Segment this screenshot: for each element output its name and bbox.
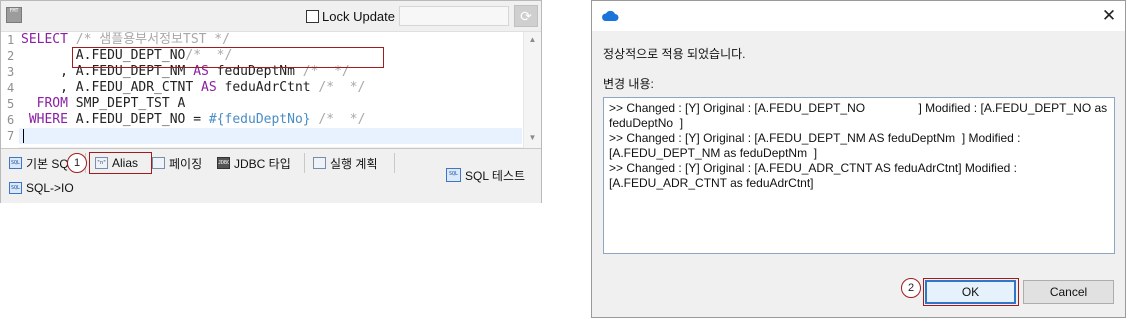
sql-comment: /* */ [310,112,366,127]
toolbar-separator [394,153,395,173]
sql-text: feduAdrCtnt [216,80,319,95]
line-number: 7 [7,129,15,143]
current-line-highlight [19,128,522,144]
sql-code-editor[interactable]: 1 2 3 4 5 6 7 SELECT /* 샘플용부서정보TST */ A.FEDU_D… [1,31,541,148]
sql-keyword: AS [201,80,217,95]
jdbc-type-label: JDBC 타입 [234,156,291,171]
sql-editor-panel: FMT Lock Update ⟳ 1 2 3 4 5 6 7 SELECT /* 샘플용부… [0,0,542,203]
lock-update-checkbox[interactable] [306,9,319,23]
sql-text: A.FEDU_DEPT_NO = [67,112,209,127]
annotation-highlight-dept-no [72,47,384,68]
paging-label: 페이징 [169,156,203,171]
execution-plan-label: 실행 계획 [330,156,378,171]
line-number: 3 [7,65,15,79]
cloud-icon [602,10,619,21]
text-caret [23,129,24,143]
dialog-titlebar: ✕ [592,1,1125,31]
sql-text: , A.FEDU_ADR_CTNT [21,80,202,95]
sql-test-button[interactable]: SQL SQL 테스트 [446,165,525,185]
close-button[interactable]: ✕ [1096,4,1122,28]
sql-keyword: FROM [36,96,68,111]
refresh-icon: ⟳ [520,8,532,24]
line-number: 6 [7,113,15,127]
code-line[interactable]: SELECT /* 샘플용부서정보TST */ [21,32,230,48]
lock-update-label: Lock Update [322,8,395,24]
execution-plan-button[interactable]: 실행 계획 [313,153,378,173]
annotation-highlight-alias [89,152,152,174]
dialog-message: 정상적으로 적용 되었습니다. [603,47,746,61]
sql-to-io-label: SQL->IO [26,181,74,195]
lock-update-field[interactable] [399,6,509,26]
sql-io-icon: SQL [9,182,22,194]
sql-keyword: SELECT [21,32,76,47]
sql-to-io-button[interactable]: SQL SQL->IO [9,178,74,198]
changes-textarea[interactable]: >> Changed : [Y] Original : [A.FEDU_DEPT… [603,97,1115,254]
step-marker-2: 2 [901,278,921,298]
sql-format-icon[interactable]: FMT [6,7,22,23]
execution-plan-icon [313,157,326,169]
jdbc-icon: JDBC [217,157,230,169]
sql-icon: SQL [9,157,22,169]
sql-parameter: #{feduDeptNo} [208,112,311,127]
sql-test-icon: SQL [446,168,461,182]
editor-bottom-toolbar: SQL 기본 SQ "n" Alias 1 페이징 JDBC JDBC 타입 실… [1,148,541,203]
scroll-up-arrow-icon[interactable]: ▲ [524,34,541,46]
jdbc-type-button[interactable]: JDBC JDBC 타입 [217,153,291,173]
line-number-gutter: 1 2 3 4 5 6 7 [1,32,19,148]
cancel-button[interactable]: Cancel [1023,280,1114,304]
code-line[interactable]: , A.FEDU_ADR_CTNT AS feduAdrCtnt /* */ [21,80,365,96]
changes-text: >> Changed : [Y] Original : [A.FEDU_DEPT… [609,101,1108,190]
editor-toolbar: FMT Lock Update ⟳ [1,1,541,31]
vertical-scrollbar[interactable]: ▲ ▼ [523,32,541,148]
line-number: 4 [7,81,15,95]
basic-sql-button[interactable]: SQL 기본 SQ [9,153,69,173]
sql-comment: /* */ [318,80,366,95]
sql-text: SMP_DEPT_TST A [67,96,186,111]
line-number: 5 [7,97,15,111]
toolbar-separator [304,153,305,173]
changes-label: 변경 내용: [603,77,654,91]
basic-sql-label: 기본 SQ [26,156,69,171]
ok-button[interactable]: OK [925,280,1016,304]
lock-update-toggle[interactable]: Lock Update [306,8,395,24]
step-marker-1: 1 [67,153,87,173]
code-line[interactable]: FROM SMP_DEPT_TST A [21,96,186,112]
paging-button[interactable]: 페이징 [152,153,202,173]
code-line[interactable]: WHERE A.FEDU_DEPT_NO = #{feduDeptNo} /* … [21,112,366,128]
sql-keyword: WHERE [28,112,68,127]
close-icon: ✕ [1101,6,1117,25]
paging-icon [152,157,165,169]
sql-comment: /* 샘플용부서정보TST */ [75,32,230,47]
sql-test-label: SQL 테스트 [465,168,526,183]
apply-result-dialog: ✕ 정상적으로 적용 되었습니다. 변경 내용: >> Changed : [Y… [591,0,1126,318]
line-number: 2 [7,49,15,63]
scroll-down-arrow-icon[interactable]: ▼ [524,132,541,144]
line-number: 1 [7,33,15,47]
refresh-button[interactable]: ⟳ [514,5,538,27]
